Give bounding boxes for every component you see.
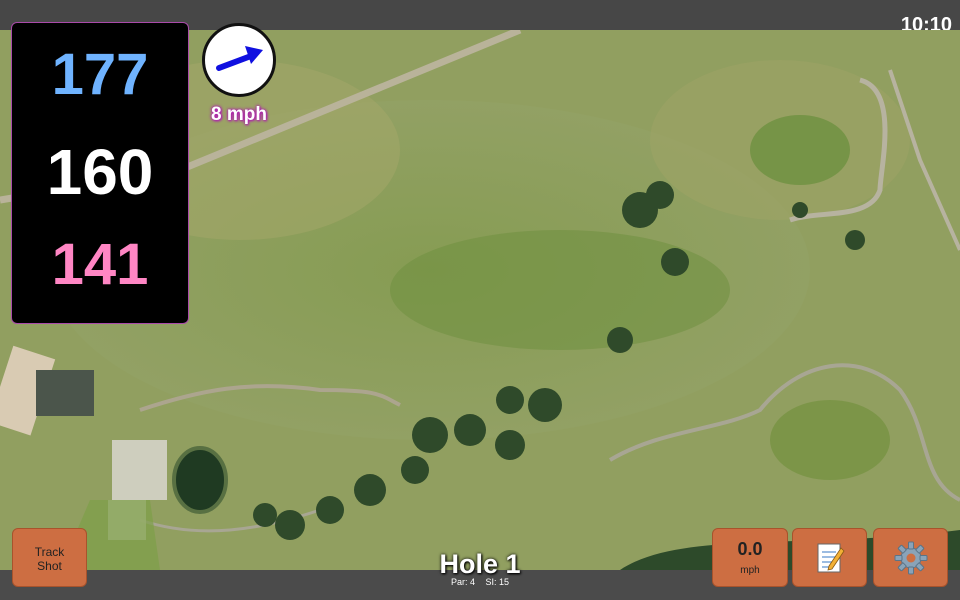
speed-value: 0.0 [737,539,763,559]
gear-icon [894,541,927,574]
distance-middle: 160 [46,136,154,208]
hole-title: Hole 1 [439,549,521,579]
distance-front: 141 [51,232,149,297]
settings-button[interactable] [873,528,948,587]
speed-button[interactable]: 0.0 mph [712,528,788,587]
hole-info: Par: 4 SI: 15 [380,577,580,587]
arrow-icon [216,46,263,71]
memo-icon [817,543,845,572]
distance-back: 177 [51,42,149,107]
distance-panel: 177 160 141 [11,22,189,324]
hole-stroke-index: SI: 15 [485,577,510,587]
wind-speed: 8 mph [211,104,267,125]
track-shot-label-line1: Track [34,545,65,559]
track-shot-button[interactable]: Track Shot [12,528,87,587]
wind-direction-indicator [202,23,276,97]
hole-par: Par: 4 [450,577,475,587]
speed-unit: mph [740,565,760,576]
notes-button[interactable] [792,528,867,587]
track-shot-label-line2: Shot [37,559,62,573]
